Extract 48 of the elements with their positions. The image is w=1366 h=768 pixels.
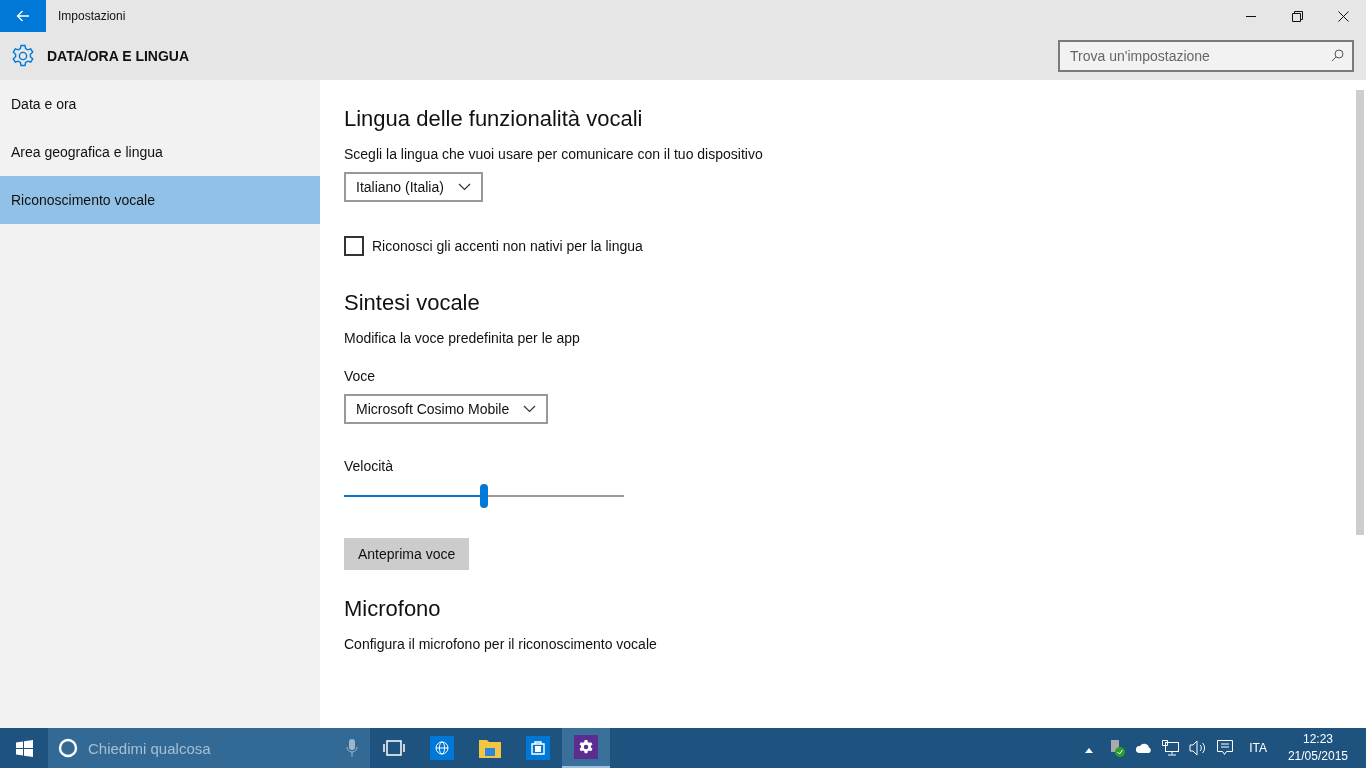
search-field[interactable]: Trova un'impostazione [1058, 40, 1354, 72]
page-title: DATA/ORA E LINGUA [47, 48, 190, 64]
taskbar-search-field[interactable]: Chiedimi qualcosa [48, 728, 370, 768]
chevron-icon [523, 405, 537, 413]
sidebar-item[interactable]: Data e ora [0, 80, 320, 128]
task-view-icon [383, 740, 405, 756]
back-arrow-icon [16, 10, 30, 22]
usb-device-icon[interactable] [1108, 739, 1127, 757]
window-title: Impostazioni [58, 9, 126, 23]
folder-icon [478, 737, 502, 759]
search-icon [1331, 49, 1344, 62]
scrollbar[interactable] [1354, 80, 1366, 728]
clock-button[interactable]: 12:23 21/05/2015 [1281, 730, 1354, 766]
checkbox[interactable] [344, 236, 364, 256]
input-language-button[interactable]: ITA [1243, 741, 1273, 755]
shopping-bag-icon [526, 736, 550, 760]
checkbox-label: Riconosci gli accenti non nativi per la lingua [372, 238, 643, 254]
settings-app-button[interactable] [562, 728, 610, 768]
description-text: Modifica la voce predefinita per le app [344, 330, 581, 346]
description-text: Configura il microfono per il riconoscimento vocale [344, 636, 658, 652]
close-icon [1337, 10, 1349, 22]
cloud-icon[interactable] [1135, 742, 1154, 754]
dropdown[interactable]: Microsoft Cosimo Mobile [344, 394, 549, 424]
notifications-icon[interactable] [1216, 739, 1235, 757]
field-label: Voce [344, 368, 377, 384]
sidebar-item[interactable]: Riconoscimento vocale [0, 176, 320, 224]
slider-thumb[interactable] [480, 484, 488, 508]
circle-icon [58, 738, 78, 758]
globe-icon [430, 736, 454, 760]
settings-icon [574, 735, 598, 759]
chevron-icon [457, 183, 471, 191]
dropdown[interactable]: Italiano (Italia) [344, 172, 483, 202]
section-heading: Lingua delle funzionalità vocali [344, 106, 644, 132]
speaker-icon[interactable] [1189, 740, 1208, 756]
settings-icon [11, 44, 35, 68]
back-button[interactable] [0, 0, 46, 32]
speed-slider[interactable] [344, 484, 624, 508]
sidebar-item[interactable]: Area geografica e lingua [0, 128, 320, 176]
preview-button[interactable]: Anteprima voce [344, 538, 470, 570]
section-heading: Microfono [344, 596, 442, 622]
section-heading: Sintesi vocale [344, 290, 481, 316]
description-text: Scegli la lingua che vuoi usare per comunicare con il tuo dispositivo [344, 146, 764, 162]
caret-icon [1085, 747, 1094, 753]
windows-logo-icon [15, 739, 33, 757]
microphone-icon [346, 738, 358, 758]
field-label: Velocità [344, 458, 395, 474]
restore-icon [1291, 10, 1303, 22]
network-icon[interactable] [1162, 740, 1181, 756]
